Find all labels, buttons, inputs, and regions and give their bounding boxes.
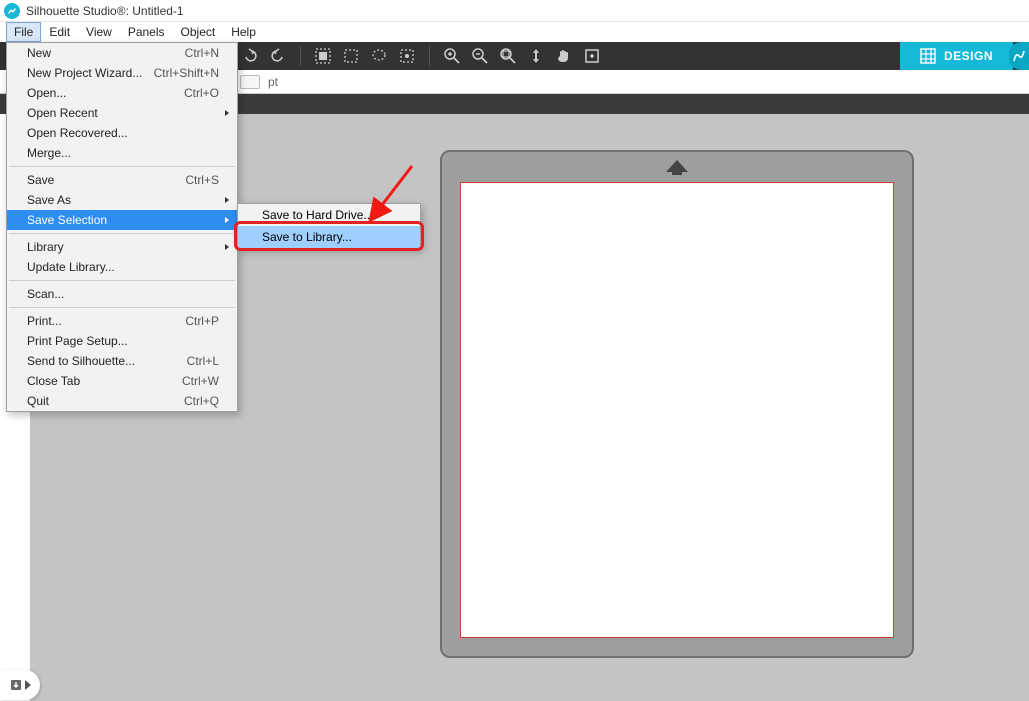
- select-rect-icon[interactable]: [339, 44, 363, 68]
- menu-item-shortcut: Ctrl+S: [185, 173, 219, 187]
- pan-icon[interactable]: [552, 44, 576, 68]
- menu-item-shortcut: Ctrl+Shift+N: [154, 66, 219, 80]
- menu-file[interactable]: File: [6, 22, 41, 42]
- menu-bar: File Edit View Panels Object Help: [0, 22, 1029, 42]
- feed-direction-icon: [664, 158, 690, 179]
- menu-item-label: Open Recent: [27, 106, 219, 120]
- file-menu-item[interactable]: Save Selection: [7, 210, 237, 230]
- select-all-icon[interactable]: [311, 44, 335, 68]
- cutting-mat: [440, 150, 914, 658]
- design-tab[interactable]: DESIGN: [900, 42, 1013, 70]
- menu-item-label: Print...: [27, 314, 185, 328]
- submenu-arrow-icon: [223, 213, 231, 227]
- file-menu-item[interactable]: Scan...: [7, 284, 237, 304]
- select-magic-icon[interactable]: [395, 44, 419, 68]
- menu-separator: [9, 166, 235, 167]
- file-menu-item[interactable]: Save As: [7, 190, 237, 210]
- app-icon: [4, 3, 20, 19]
- menu-separator: [9, 233, 235, 234]
- design-tab-label: DESIGN: [944, 49, 993, 63]
- submenu-arrow-icon: [223, 240, 231, 254]
- menu-item-label: Close Tab: [27, 374, 182, 388]
- menu-item-label: Scan...: [27, 287, 219, 301]
- menu-edit[interactable]: Edit: [41, 22, 78, 42]
- save-selection-submenu: Save to Hard Drive... Save to Library...: [237, 203, 421, 249]
- menu-item-shortcut: Ctrl+Q: [184, 394, 219, 408]
- menu-view[interactable]: View: [78, 22, 120, 42]
- menu-separator: [9, 280, 235, 281]
- menu-item-label: New: [27, 46, 185, 60]
- submenu-arrow-icon: [223, 193, 231, 207]
- file-menu-item[interactable]: NewCtrl+N: [7, 43, 237, 63]
- zoom-in-icon[interactable]: [440, 44, 464, 68]
- menu-item-label: Merge...: [27, 146, 219, 160]
- menu-item-label: Update Library...: [27, 260, 219, 274]
- undo-button[interactable]: [238, 44, 262, 68]
- menu-help[interactable]: Help: [223, 22, 264, 42]
- file-menu-item[interactable]: Close TabCtrl+W: [7, 371, 237, 391]
- menu-item-label: New Project Wizard...: [27, 66, 154, 80]
- page-area[interactable]: [460, 182, 894, 638]
- file-menu-item[interactable]: New Project Wizard...Ctrl+Shift+N: [7, 63, 237, 83]
- file-menu-item[interactable]: Open Recovered...: [7, 123, 237, 143]
- menu-item-label: Save: [27, 173, 185, 187]
- menu-item-shortcut: Ctrl+N: [185, 46, 219, 60]
- file-menu-item[interactable]: Open Recent: [7, 103, 237, 123]
- menu-item-shortcut: Ctrl+P: [185, 314, 219, 328]
- submenu-arrow-icon: [223, 106, 231, 120]
- file-menu-item[interactable]: Library: [7, 237, 237, 257]
- zoom-drag-icon[interactable]: [524, 44, 548, 68]
- mode-tabs: DESIGN: [900, 42, 1029, 70]
- menu-object[interactable]: Object: [173, 22, 224, 42]
- expand-right-icon: [25, 680, 31, 690]
- options-unit: pt: [268, 75, 278, 89]
- submenu-item-label: Save to Hard Drive...: [262, 208, 373, 222]
- zoom-out-icon[interactable]: [468, 44, 492, 68]
- file-menu-item[interactable]: Print Page Setup...: [7, 331, 237, 351]
- fit-page-icon[interactable]: [580, 44, 604, 68]
- next-tab-peek[interactable]: [1009, 42, 1029, 70]
- menu-separator: [9, 307, 235, 308]
- menu-item-label: Open Recovered...: [27, 126, 219, 140]
- menu-item-label: Print Page Setup...: [27, 334, 219, 348]
- download-icon: [9, 678, 23, 692]
- menu-item-shortcut: Ctrl+O: [184, 86, 219, 100]
- menu-item-label: Library: [27, 240, 219, 254]
- zoom-fit-icon[interactable]: [496, 44, 520, 68]
- menu-item-label: Save As: [27, 193, 219, 207]
- file-menu-item[interactable]: Open...Ctrl+O: [7, 83, 237, 103]
- menu-item-label: Quit: [27, 394, 184, 408]
- file-menu-item[interactable]: Print...Ctrl+P: [7, 311, 237, 331]
- file-menu-item[interactable]: Update Library...: [7, 257, 237, 277]
- select-lasso-icon[interactable]: [367, 44, 391, 68]
- submenu-item[interactable]: Save to Hard Drive...: [238, 204, 420, 226]
- file-menu-item[interactable]: Merge...: [7, 143, 237, 163]
- file-menu-item[interactable]: Send to Silhouette...Ctrl+L: [7, 351, 237, 371]
- file-menu-item[interactable]: QuitCtrl+Q: [7, 391, 237, 411]
- menu-panels[interactable]: Panels: [120, 22, 173, 42]
- menu-item-label: Open...: [27, 86, 184, 100]
- title-bar: Silhouette Studio®: Untitled-1: [0, 0, 1029, 22]
- file-menu-item[interactable]: SaveCtrl+S: [7, 170, 237, 190]
- menu-item-shortcut: Ctrl+L: [187, 354, 219, 368]
- file-menu-dropdown: NewCtrl+NNew Project Wizard...Ctrl+Shift…: [6, 42, 238, 412]
- menu-item-label: Send to Silhouette...: [27, 354, 187, 368]
- redo-button[interactable]: [266, 44, 290, 68]
- window-title: Silhouette Studio®: Untitled-1: [26, 4, 184, 18]
- menu-item-label: Save Selection: [27, 213, 219, 227]
- options-swatch[interactable]: [240, 75, 260, 89]
- bottom-left-panel-toggle[interactable]: [0, 670, 40, 700]
- submenu-item-label: Save to Library...: [262, 230, 352, 244]
- menu-item-shortcut: Ctrl+W: [182, 374, 219, 388]
- submenu-item[interactable]: Save to Library...: [238, 226, 420, 248]
